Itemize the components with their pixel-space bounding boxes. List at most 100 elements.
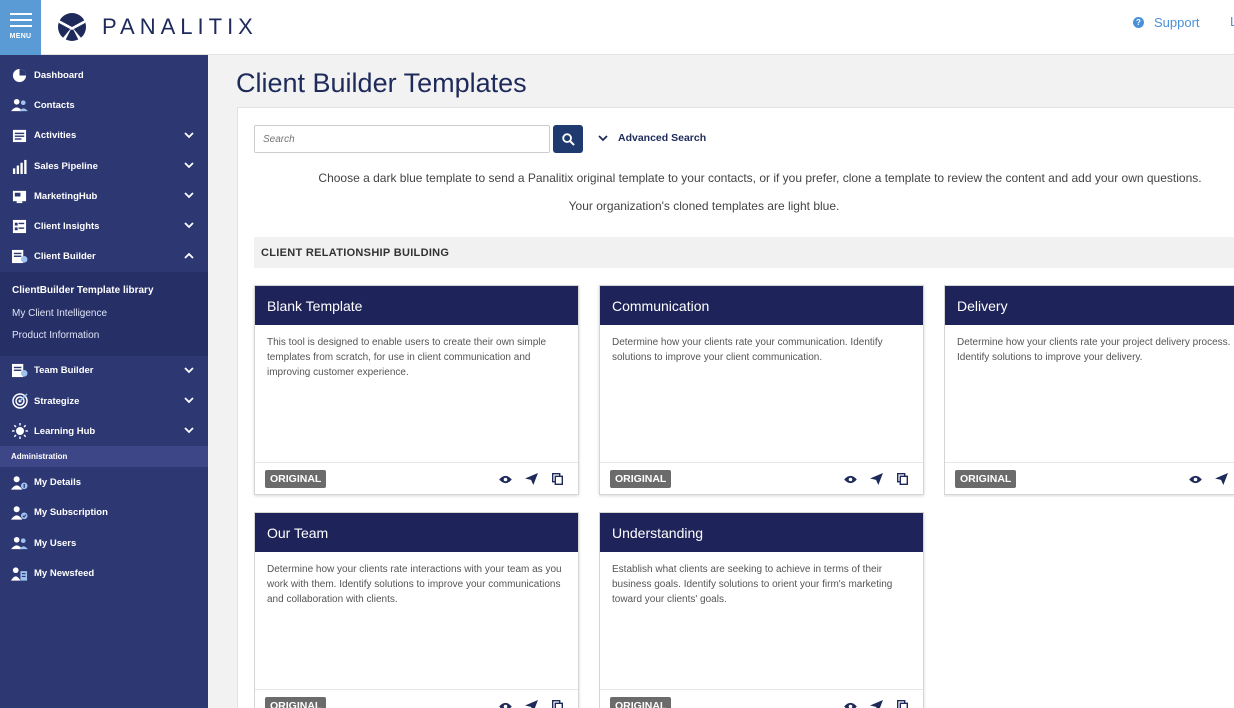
sidebar-item-client-insights[interactable]: Client Insights bbox=[0, 211, 208, 241]
template-card-delivery[interactable]: Delivery Determine how your clients rate… bbox=[944, 285, 1234, 495]
card-footer: ORIGINAL bbox=[945, 462, 1234, 494]
card-clip: Our Team Determine how your clients rate… bbox=[254, 512, 584, 708]
category-header: CLIENT RELATIONSHIP BUILDING bbox=[254, 237, 1234, 268]
eye-icon[interactable] bbox=[843, 472, 857, 486]
header-truncated-link[interactable]: L bbox=[1230, 14, 1234, 29]
sidebar-item-contacts[interactable]: Contacts bbox=[0, 90, 208, 120]
sidebar-item-label: My Users bbox=[34, 537, 77, 549]
card-footer: ORIGINAL bbox=[255, 689, 578, 708]
client-insights-icon bbox=[11, 218, 28, 235]
send-icon[interactable] bbox=[869, 472, 883, 486]
sidebar-item-my-users[interactable]: My Users bbox=[0, 528, 208, 558]
card-description: Determine how your clients rate your com… bbox=[612, 337, 883, 363]
sidebar-item-strategize[interactable]: Strategize bbox=[0, 386, 208, 416]
sidebar-item-label: Team Builder bbox=[34, 365, 94, 377]
sidebar-item-my-details[interactable]: My Details bbox=[0, 467, 208, 497]
original-badge: ORIGINAL bbox=[610, 469, 672, 488]
chevron-down-icon bbox=[184, 427, 194, 434]
original-badge: ORIGINAL bbox=[610, 696, 672, 708]
learning-hub-icon bbox=[11, 423, 28, 440]
chevron-down-icon bbox=[184, 192, 194, 199]
sidebar-item-my-subscription[interactable]: My Subscription bbox=[0, 498, 208, 528]
advanced-search-label: Advanced Search bbox=[618, 132, 707, 144]
intro-subtext: Your organization's cloned templates are… bbox=[568, 199, 840, 213]
card-description: This tool is designed to enable users to… bbox=[267, 337, 547, 378]
clone-icon[interactable] bbox=[550, 699, 564, 708]
eye-icon[interactable] bbox=[498, 472, 512, 486]
menu-button[interactable]: MENU bbox=[0, 0, 41, 55]
sidebar-item-client-builder[interactable]: Client Builder bbox=[0, 242, 208, 272]
submenu-template-library[interactable]: ClientBuilder Template library bbox=[0, 280, 208, 303]
card-title: Communication bbox=[600, 286, 923, 325]
intro-text: Choose a dark blue template to send a Pa… bbox=[318, 171, 1202, 185]
search-input[interactable] bbox=[254, 125, 550, 153]
eye-icon[interactable] bbox=[1188, 472, 1202, 486]
help-icon: ? bbox=[1133, 17, 1144, 28]
strategize-target-icon bbox=[11, 393, 28, 410]
my-newsfeed-icon bbox=[11, 565, 28, 582]
sidebar-item-dashboard[interactable]: Dashboard bbox=[0, 60, 208, 90]
card-title: Delivery bbox=[945, 286, 1234, 325]
search-button[interactable] bbox=[553, 125, 583, 153]
top-bar: MENU PANALITIX ? Support L bbox=[0, 0, 1234, 55]
submenu-my-client-intelligence[interactable]: My Client Intelligence bbox=[0, 303, 208, 326]
contacts-icon bbox=[11, 97, 28, 114]
sidebar-item-label: Client Builder bbox=[34, 251, 96, 263]
template-card-understanding[interactable]: Understanding Establish what clients are… bbox=[599, 512, 924, 708]
client-builder-submenu: ClientBuilder Template library My Client… bbox=[0, 272, 208, 356]
sidebar-item-label: My Newsfeed bbox=[34, 568, 95, 579]
search-icon bbox=[561, 132, 575, 146]
eye-icon[interactable] bbox=[843, 699, 857, 708]
sidebar-item-label: Contacts bbox=[34, 99, 75, 111]
chevron-down-icon bbox=[184, 222, 194, 229]
sales-pipeline-icon bbox=[11, 158, 28, 175]
sidebar-item-label: Learning Hub bbox=[34, 425, 96, 437]
support-label: Support bbox=[1154, 15, 1200, 30]
card-footer: ORIGINAL bbox=[600, 462, 923, 494]
send-icon[interactable] bbox=[869, 699, 883, 708]
my-details-icon bbox=[11, 474, 28, 491]
sidebar-item-activities[interactable]: Activities bbox=[0, 121, 208, 151]
chevron-down-icon bbox=[184, 366, 194, 373]
sidebar-item-my-newsfeed[interactable]: My Newsfeed bbox=[0, 558, 208, 588]
chevron-down-icon bbox=[598, 135, 608, 142]
card-description: Establish what clients are seeking to ac… bbox=[612, 564, 893, 605]
submenu-product-information[interactable]: Product Information bbox=[0, 325, 208, 348]
sidebar-item-marketinghub[interactable]: MarketingHub bbox=[0, 181, 208, 211]
sidebar: Dashboard Contacts Activities Sales Pipe… bbox=[0, 55, 208, 708]
clone-icon[interactable] bbox=[895, 699, 909, 708]
original-badge: ORIGINAL bbox=[265, 696, 327, 708]
chevron-down-icon bbox=[184, 131, 194, 138]
panalitix-logo[interactable]: PANALITIX bbox=[56, 12, 258, 42]
sidebar-item-label: Sales Pipeline bbox=[34, 160, 98, 172]
dashboard-pie-icon bbox=[11, 67, 28, 84]
card-title: Understanding bbox=[600, 513, 923, 552]
send-icon[interactable] bbox=[524, 472, 538, 486]
activities-icon bbox=[11, 127, 28, 144]
clone-icon[interactable] bbox=[895, 472, 909, 486]
support-link[interactable]: ? Support bbox=[1133, 15, 1200, 30]
sidebar-item-label: Strategize bbox=[34, 395, 80, 407]
advanced-search-toggle[interactable]: Advanced Search bbox=[598, 132, 706, 144]
chevron-down-icon bbox=[184, 162, 194, 169]
send-icon[interactable] bbox=[1214, 472, 1228, 486]
sidebar-item-learning-hub[interactable]: Learning Hub bbox=[0, 416, 208, 446]
sidebar-item-sales-pipeline[interactable]: Sales Pipeline bbox=[0, 151, 208, 181]
my-users-icon bbox=[11, 535, 28, 552]
team-builder-icon bbox=[11, 362, 28, 379]
template-card-our-team[interactable]: Our Team Determine how your clients rate… bbox=[254, 512, 579, 708]
template-card-blank[interactable]: Blank Template This tool is designed to … bbox=[254, 285, 579, 495]
eye-icon[interactable] bbox=[498, 699, 512, 708]
card-title: Our Team bbox=[255, 513, 578, 552]
card-footer: ORIGINAL bbox=[600, 689, 923, 708]
template-card-communication[interactable]: Communication Determine how your clients… bbox=[599, 285, 924, 495]
original-badge: ORIGINAL bbox=[265, 469, 327, 488]
my-subscription-icon bbox=[11, 504, 28, 521]
card-title: Blank Template bbox=[255, 286, 578, 325]
sidebar-item-label: My Subscription bbox=[34, 507, 108, 519]
sidebar-item-team-builder[interactable]: Team Builder bbox=[0, 356, 208, 386]
marketinghub-icon bbox=[11, 188, 28, 205]
clone-icon[interactable] bbox=[550, 472, 564, 486]
send-icon[interactable] bbox=[524, 699, 538, 708]
card-clip: Delivery Determine how your clients rate… bbox=[944, 285, 1234, 497]
